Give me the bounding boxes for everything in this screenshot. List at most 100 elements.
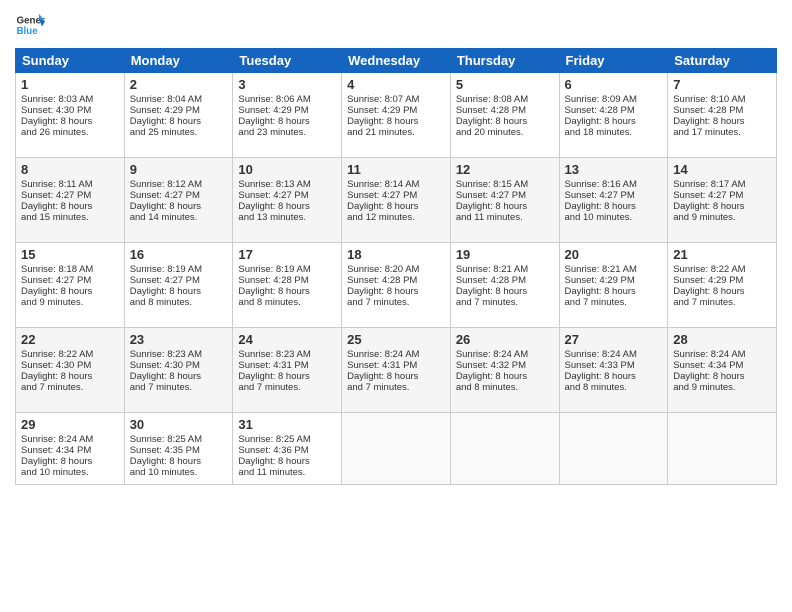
calendar-cell: 16Sunrise: 8:19 AMSunset: 4:27 PMDayligh… bbox=[124, 243, 233, 328]
calendar-cell: 20Sunrise: 8:21 AMSunset: 4:29 PMDayligh… bbox=[559, 243, 668, 328]
day-info: and 26 minutes. bbox=[21, 127, 119, 138]
day-info: Sunset: 4:32 PM bbox=[456, 360, 554, 371]
calendar-cell: 25Sunrise: 8:24 AMSunset: 4:31 PMDayligh… bbox=[342, 328, 451, 413]
day-info: Daylight: 8 hours bbox=[456, 201, 554, 212]
day-number: 1 bbox=[21, 77, 119, 92]
day-info: Daylight: 8 hours bbox=[565, 116, 663, 127]
day-number: 6 bbox=[565, 77, 663, 92]
calendar-cell: 5Sunrise: 8:08 AMSunset: 4:28 PMDaylight… bbox=[450, 73, 559, 158]
day-info: and 7 minutes. bbox=[456, 297, 554, 308]
calendar-cell: 31Sunrise: 8:25 AMSunset: 4:36 PMDayligh… bbox=[233, 413, 342, 485]
day-info: Daylight: 8 hours bbox=[21, 201, 119, 212]
calendar-cell: 17Sunrise: 8:19 AMSunset: 4:28 PMDayligh… bbox=[233, 243, 342, 328]
day-info: and 7 minutes. bbox=[130, 382, 228, 393]
day-info: Daylight: 8 hours bbox=[565, 201, 663, 212]
day-number: 20 bbox=[565, 247, 663, 262]
day-info: Sunrise: 8:13 AM bbox=[238, 179, 336, 190]
svg-text:Blue: Blue bbox=[17, 26, 39, 37]
day-info: Sunrise: 8:11 AM bbox=[21, 179, 119, 190]
day-info: Sunrise: 8:12 AM bbox=[130, 179, 228, 190]
day-info: and 18 minutes. bbox=[565, 127, 663, 138]
week-row-3: 15Sunrise: 8:18 AMSunset: 4:27 PMDayligh… bbox=[16, 243, 777, 328]
day-info: Daylight: 8 hours bbox=[238, 201, 336, 212]
day-info: Sunset: 4:27 PM bbox=[130, 275, 228, 286]
day-info: Daylight: 8 hours bbox=[673, 371, 771, 382]
day-info: and 7 minutes. bbox=[347, 297, 445, 308]
day-info: and 10 minutes. bbox=[130, 467, 228, 478]
calendar-cell: 9Sunrise: 8:12 AMSunset: 4:27 PMDaylight… bbox=[124, 158, 233, 243]
day-info: Sunrise: 8:15 AM bbox=[456, 179, 554, 190]
day-info: and 7 minutes. bbox=[565, 297, 663, 308]
day-info: Sunrise: 8:03 AM bbox=[21, 94, 119, 105]
day-info: and 17 minutes. bbox=[673, 127, 771, 138]
day-info: Sunrise: 8:22 AM bbox=[21, 349, 119, 360]
calendar-cell: 6Sunrise: 8:09 AMSunset: 4:28 PMDaylight… bbox=[559, 73, 668, 158]
weekday-sunday: Sunday bbox=[16, 49, 125, 73]
day-info: Sunrise: 8:24 AM bbox=[21, 434, 119, 445]
weekday-thursday: Thursday bbox=[450, 49, 559, 73]
day-info: Sunrise: 8:25 AM bbox=[238, 434, 336, 445]
day-info: and 9 minutes. bbox=[673, 382, 771, 393]
day-info: Sunrise: 8:06 AM bbox=[238, 94, 336, 105]
day-info: Sunset: 4:27 PM bbox=[238, 190, 336, 201]
day-info: and 8 minutes. bbox=[456, 382, 554, 393]
day-number: 13 bbox=[565, 162, 663, 177]
day-number: 31 bbox=[238, 417, 336, 432]
day-info: Sunset: 4:30 PM bbox=[21, 360, 119, 371]
day-info: and 10 minutes. bbox=[21, 467, 119, 478]
day-info: Sunset: 4:34 PM bbox=[21, 445, 119, 456]
week-row-2: 8Sunrise: 8:11 AMSunset: 4:27 PMDaylight… bbox=[16, 158, 777, 243]
calendar-table: SundayMondayTuesdayWednesdayThursdayFrid… bbox=[15, 48, 777, 485]
day-info: Sunrise: 8:24 AM bbox=[673, 349, 771, 360]
day-info: Daylight: 8 hours bbox=[238, 371, 336, 382]
day-info: Sunrise: 8:24 AM bbox=[565, 349, 663, 360]
day-number: 27 bbox=[565, 332, 663, 347]
day-info: Sunset: 4:29 PM bbox=[130, 105, 228, 116]
day-info: Sunrise: 8:08 AM bbox=[456, 94, 554, 105]
day-info: Daylight: 8 hours bbox=[347, 371, 445, 382]
calendar-cell: 18Sunrise: 8:20 AMSunset: 4:28 PMDayligh… bbox=[342, 243, 451, 328]
day-number: 9 bbox=[130, 162, 228, 177]
calendar-cell: 7Sunrise: 8:10 AMSunset: 4:28 PMDaylight… bbox=[668, 73, 777, 158]
day-info: and 8 minutes. bbox=[238, 297, 336, 308]
weekday-tuesday: Tuesday bbox=[233, 49, 342, 73]
week-row-4: 22Sunrise: 8:22 AMSunset: 4:30 PMDayligh… bbox=[16, 328, 777, 413]
day-number: 15 bbox=[21, 247, 119, 262]
day-number: 14 bbox=[673, 162, 771, 177]
day-info: and 10 minutes. bbox=[565, 212, 663, 223]
calendar-cell: 27Sunrise: 8:24 AMSunset: 4:33 PMDayligh… bbox=[559, 328, 668, 413]
header: General Blue bbox=[15, 10, 777, 40]
day-info: Sunset: 4:28 PM bbox=[456, 105, 554, 116]
day-info: Daylight: 8 hours bbox=[21, 116, 119, 127]
day-info: Sunset: 4:29 PM bbox=[673, 275, 771, 286]
day-info: Sunset: 4:27 PM bbox=[565, 190, 663, 201]
day-info: and 21 minutes. bbox=[347, 127, 445, 138]
logo-icon: General Blue bbox=[15, 10, 45, 40]
day-number: 12 bbox=[456, 162, 554, 177]
day-info: Daylight: 8 hours bbox=[130, 286, 228, 297]
day-info: Daylight: 8 hours bbox=[347, 116, 445, 127]
week-row-5: 29Sunrise: 8:24 AMSunset: 4:34 PMDayligh… bbox=[16, 413, 777, 485]
day-info: Daylight: 8 hours bbox=[456, 116, 554, 127]
day-info: Daylight: 8 hours bbox=[238, 116, 336, 127]
day-info: and 20 minutes. bbox=[456, 127, 554, 138]
day-info: Sunrise: 8:24 AM bbox=[347, 349, 445, 360]
calendar-cell: 4Sunrise: 8:07 AMSunset: 4:29 PMDaylight… bbox=[342, 73, 451, 158]
day-info: Daylight: 8 hours bbox=[347, 286, 445, 297]
day-info: and 23 minutes. bbox=[238, 127, 336, 138]
day-info: Daylight: 8 hours bbox=[130, 201, 228, 212]
day-info: Sunset: 4:28 PM bbox=[456, 275, 554, 286]
day-number: 8 bbox=[21, 162, 119, 177]
day-info: Sunrise: 8:07 AM bbox=[347, 94, 445, 105]
day-info: Sunset: 4:27 PM bbox=[456, 190, 554, 201]
calendar-cell bbox=[450, 413, 559, 485]
day-info: and 7 minutes. bbox=[347, 382, 445, 393]
day-info: and 25 minutes. bbox=[130, 127, 228, 138]
day-info: Sunset: 4:33 PM bbox=[565, 360, 663, 371]
calendar-cell: 23Sunrise: 8:23 AMSunset: 4:30 PMDayligh… bbox=[124, 328, 233, 413]
weekday-header-row: SundayMondayTuesdayWednesdayThursdayFrid… bbox=[16, 49, 777, 73]
calendar-cell: 24Sunrise: 8:23 AMSunset: 4:31 PMDayligh… bbox=[233, 328, 342, 413]
calendar-cell: 21Sunrise: 8:22 AMSunset: 4:29 PMDayligh… bbox=[668, 243, 777, 328]
day-info: Daylight: 8 hours bbox=[347, 201, 445, 212]
day-info: Sunset: 4:34 PM bbox=[673, 360, 771, 371]
